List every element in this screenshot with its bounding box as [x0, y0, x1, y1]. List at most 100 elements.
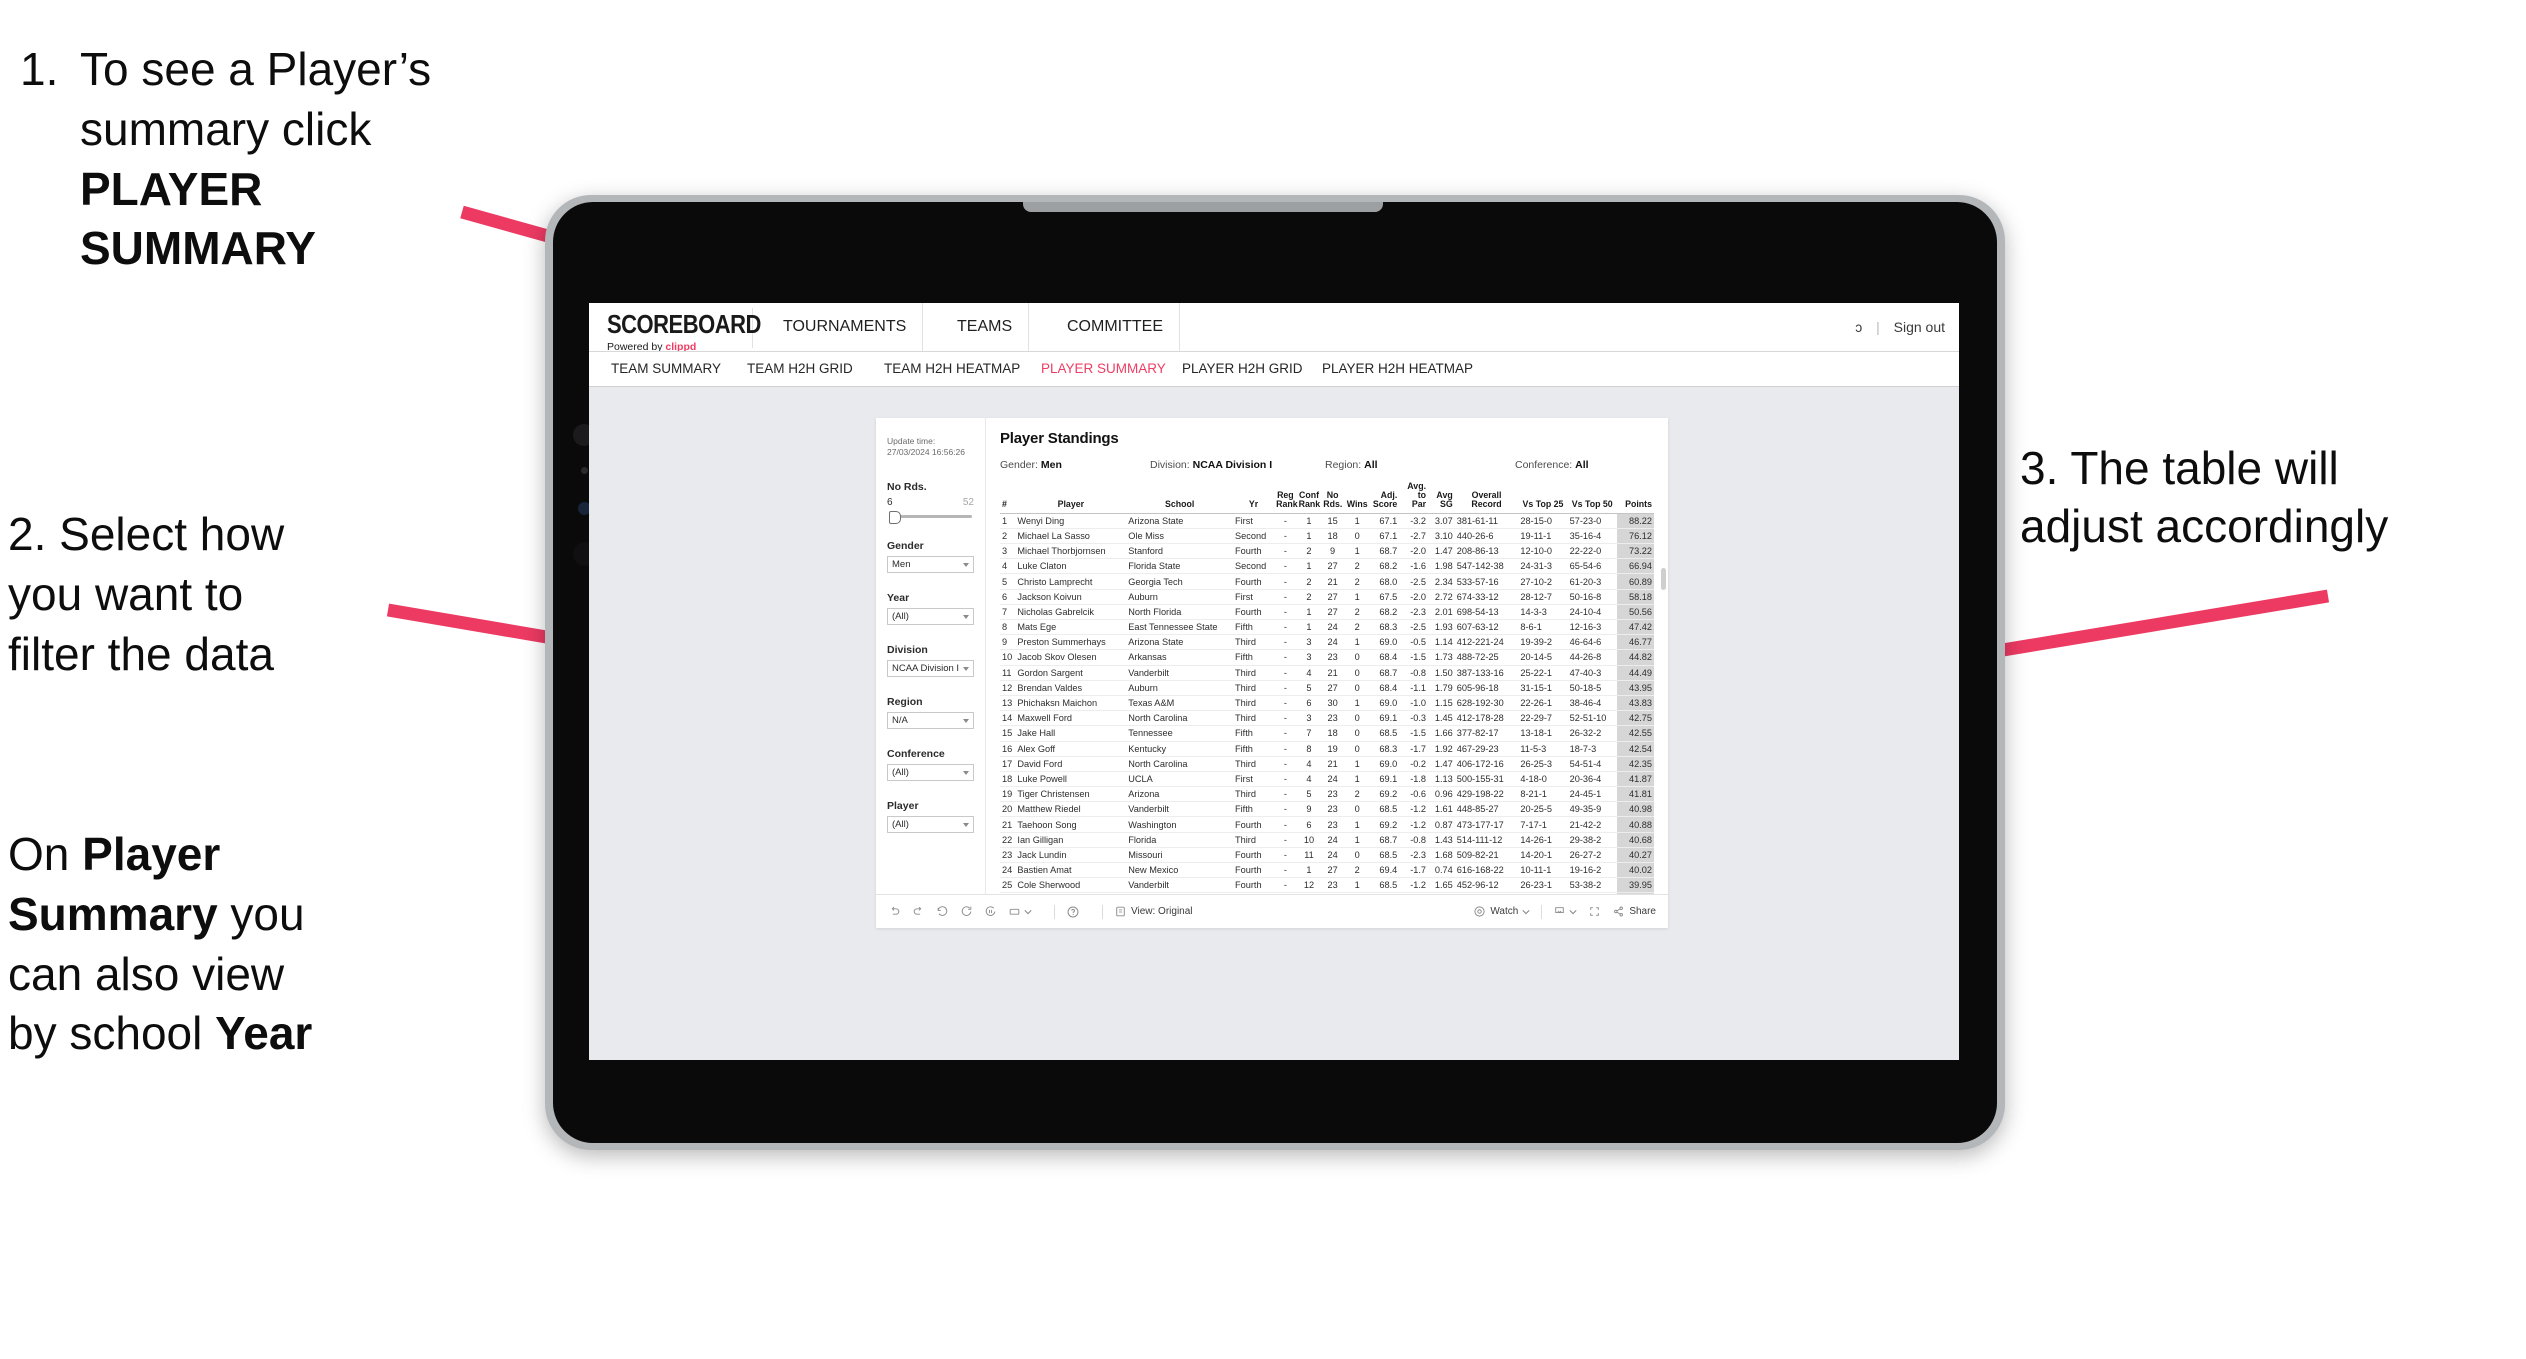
table-scrollbar[interactable]	[1661, 568, 1666, 590]
filter-region-select[interactable]: N/A	[887, 711, 974, 729]
table-row[interactable]: 1 Wenyi Ding Arizona State First -1 15 1 67.1 -3…	[1000, 513, 1654, 529]
table-col-header[interactable]: Points	[1616, 482, 1654, 514]
table-row[interactable]: 7 Nicholas Gabrelcik North Florida Fourth -1…	[1000, 604, 1654, 621]
table-cell: 68.4	[1370, 649, 1400, 666]
filter-gender-select[interactable]: Men	[887, 555, 974, 573]
pause-icon[interactable]	[984, 905, 997, 918]
table-cell: 3	[1296, 710, 1322, 727]
table-row[interactable]: 14 Maxwell Ford North Carolina Third -3 23 0 69…	[1000, 710, 1654, 727]
table-col-header[interactable]: Conf Rank	[1296, 482, 1322, 514]
meta-conference: Conference: All	[1515, 459, 1589, 471]
table-row[interactable]: 25 Cole Sherwood Vanderbilt Fourth -12 23 1 68.…	[1000, 877, 1654, 894]
table-cell: 15	[1000, 725, 1016, 742]
table-col-header[interactable]: Player	[1015, 482, 1127, 514]
table-row[interactable]: 3 Michael Thorbjornsen Stanford Fourth -2 9 1 6…	[1000, 543, 1654, 560]
tab-player-summary[interactable]: PLAYER SUMMARY	[1041, 352, 1166, 386]
table-row[interactable]: 20 Matthew Riedel Vanderbilt Fifth -9 23 0 68.5…	[1000, 801, 1654, 818]
filter-division-select[interactable]: NCAA Division I	[887, 659, 974, 677]
table-cell: 23	[1321, 816, 1344, 833]
table-row[interactable]: 4 Luke Claton Florida State Second -1 27 2 68.2…	[1000, 558, 1654, 575]
filter-year-select[interactable]: (All)	[887, 607, 974, 625]
brand-logo[interactable]: SCOREBOARD Powered by clippd	[607, 308, 761, 353]
table-row[interactable]: 22 Ian Gilligan Florida Third -10 24 1 68.7 -0.8…	[1000, 832, 1654, 848]
tab-team-h2h-heatmap[interactable]: TEAM H2H HEATMAP	[884, 352, 1020, 386]
table-col-header[interactable]: Avg SG	[1428, 482, 1455, 514]
share-button[interactable]: Share	[1612, 905, 1656, 918]
table-row[interactable]: 18 Luke Powell UCLA First -4 24 1 69.1 -1.8 1.13 5…	[1000, 771, 1654, 788]
tab-team-h2h-grid[interactable]: TEAM H2H GRID	[747, 352, 853, 386]
slider-handle[interactable]	[889, 510, 901, 524]
table-row[interactable]: 11 Gordon Sargent Vanderbilt Third -4 21 0 68.7…	[1000, 665, 1654, 681]
table-cell: 35-16-4	[1567, 528, 1617, 545]
table-col-header[interactable]: No Rds.	[1321, 482, 1344, 514]
download-icon[interactable]	[1553, 905, 1566, 918]
table-col-header[interactable]: School	[1126, 482, 1234, 514]
table-cell: 31-15-1	[1518, 680, 1568, 696]
device-preview-icon[interactable]	[1008, 905, 1021, 918]
table-row[interactable]: 12 Brendan Valdes Auburn Third -5 27 0 68.4 -1.1…	[1000, 680, 1654, 696]
fullscreen-icon[interactable]	[1588, 905, 1601, 918]
refresh-icon[interactable]	[960, 905, 973, 918]
table-row[interactable]: 2 Michael La Sasso Ole Miss Second -1 18 0 67.1…	[1000, 528, 1654, 545]
table-row[interactable]: 6 Jackson Koivun Auburn First -2 27 1 67.5 -2.0 2…	[1000, 589, 1654, 605]
table-row[interactable]: 17 David Ford North Carolina Third -4 21 1 69.0…	[1000, 756, 1654, 772]
table-cell: 68.7	[1370, 832, 1400, 848]
table-cell: Nicholas Gabrelcik	[1015, 604, 1127, 621]
tab-player-h2h-grid[interactable]: PLAYER H2H GRID	[1182, 352, 1303, 386]
table-cell: 22-22-0	[1567, 543, 1617, 560]
table-row[interactable]: 8 Mats Ege East Tennessee State Fifth -1 24 2 6…	[1000, 619, 1654, 636]
header-nav-tournaments[interactable]: TOURNAMENTS	[767, 303, 924, 351]
table-cell: -	[1274, 589, 1297, 605]
filter-player-select[interactable]: (All)	[887, 815, 974, 833]
table-col-header[interactable]: Overall Record	[1454, 482, 1519, 514]
tab-player-h2h-heatmap[interactable]: PLAYER H2H HEATMAP	[1322, 352, 1473, 386]
slider-track[interactable]	[893, 514, 972, 518]
table-cell: 1.61	[1428, 801, 1455, 818]
table-col-header[interactable]: Adj. Score	[1370, 482, 1400, 514]
view-original-button[interactable]: View: Original	[1114, 905, 1193, 918]
table-cell: Bastien Amat	[1015, 862, 1127, 879]
account-glyph-icon[interactable]: ɔ	[1855, 319, 1862, 335]
annotation-4-pre: On	[8, 828, 83, 880]
tab-team-summary[interactable]: TEAM SUMMARY	[611, 352, 721, 386]
table-col-header[interactable]: Reg Rank	[1274, 482, 1298, 514]
table-col-header[interactable]: Vs Top 25	[1518, 482, 1568, 514]
help-icon[interactable]	[1066, 905, 1080, 919]
table-col-header[interactable]: Avg. to Par	[1399, 481, 1429, 514]
meta-gender-value: Men	[1040, 459, 1062, 471]
table-row[interactable]: 15 Jake Hall Tennessee Fifth -7 18 0 68.5 -1.5 1.…	[1000, 725, 1654, 742]
table-col-header[interactable]: Wins	[1343, 482, 1371, 514]
redo-icon[interactable]	[912, 905, 925, 918]
table-col-header[interactable]: Vs Top 50	[1567, 482, 1617, 514]
table-cell: 11	[1000, 665, 1016, 681]
table-row[interactable]: 19 Tiger Christensen Arizona Third -5 23 2 69.2…	[1000, 786, 1654, 803]
table-cell: -	[1274, 680, 1297, 696]
table-cell: 40.02	[1616, 862, 1654, 879]
table-cell: -	[1274, 847, 1297, 864]
table-row[interactable]: 23 Jack Lundin Missouri Fourth -11 24 0 68.5 -2.…	[1000, 847, 1654, 864]
table-col-header[interactable]: Yr	[1233, 482, 1275, 514]
filter-conference-select[interactable]: (All)	[887, 763, 974, 781]
revert-icon[interactable]	[936, 905, 949, 918]
header-nav-teams[interactable]: TEAMS	[941, 303, 1030, 351]
table-row[interactable]: 5 Christo Lamprecht Georgia Tech Fourth -2 21…	[1000, 573, 1654, 590]
header-nav-committee[interactable]: COMMITTEE	[1051, 303, 1180, 351]
table-cell: 381-61-11	[1454, 513, 1519, 529]
download-caret-icon[interactable]	[1569, 908, 1577, 916]
annotation-1-line2: summary click	[80, 102, 372, 155]
device-preview-caret-icon[interactable]	[1024, 908, 1032, 916]
table-row[interactable]: 9 Preston Summerhays Arizona State Third -3 2…	[1000, 634, 1654, 651]
sign-out-link[interactable]: Sign out	[1894, 319, 1945, 335]
table-row[interactable]: 21 Taehoon Song Washington Fourth -6 23 1 69.2-…	[1000, 816, 1654, 833]
undo-icon[interactable]	[888, 905, 901, 918]
watch-button[interactable]: Watch	[1473, 905, 1530, 918]
table-row[interactable]: 16 Alex Goff Kentucky Fifth -8 19 0 68.3 -1.7 1.9…	[1000, 741, 1654, 757]
table-cell: 1.68	[1428, 847, 1455, 864]
filter-no-rounds-slider[interactable]	[887, 510, 974, 524]
table-cell: -0.8	[1399, 665, 1429, 681]
table-row[interactable]: 24 Bastien Amat New Mexico Fourth -1 27 2 69.4-…	[1000, 862, 1654, 879]
table-cell: 1.14	[1428, 634, 1455, 651]
table-col-header[interactable]: #	[1000, 482, 1016, 514]
table-row[interactable]: 10 Jacob Skov Olesen Arkansas Fifth -3 23 0 68.…	[1000, 649, 1654, 666]
table-row[interactable]: 13 Phichaksn Maichon Texas A&M Third -6 30 1 69…	[1000, 695, 1654, 712]
